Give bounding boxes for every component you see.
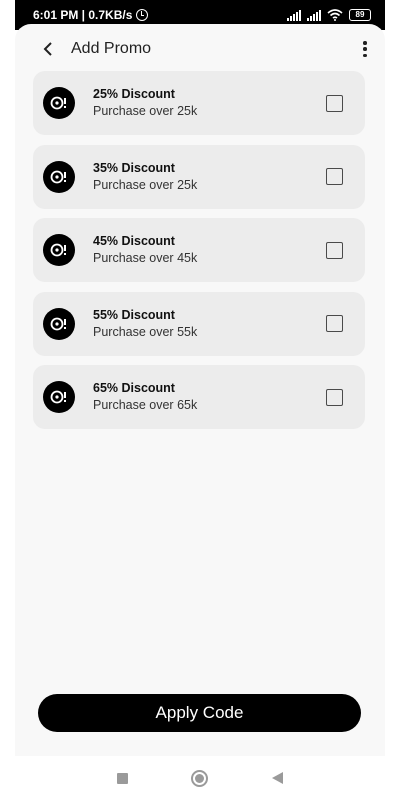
status-left: 6:01 PM | 0.7KB/s xyxy=(33,8,149,22)
promo-subtitle: Purchase over 55k xyxy=(93,324,198,339)
back-arrow-icon[interactable] xyxy=(39,40,57,58)
battery-icon: 89 xyxy=(349,9,371,21)
page-title: Add Promo xyxy=(71,40,152,57)
promo-coupon-icon xyxy=(43,234,75,266)
system-nav-bar xyxy=(15,756,385,800)
promo-text: 65% Discount Purchase over 65k xyxy=(93,380,326,414)
apply-code-button[interactable]: Apply Code xyxy=(38,694,361,732)
promo-checkbox[interactable] xyxy=(326,94,343,112)
promo-checkbox[interactable] xyxy=(326,388,343,406)
app-header: Add Promo xyxy=(15,24,385,74)
promo-subtitle: Purchase over 25k xyxy=(93,177,198,192)
status-right: 89 xyxy=(287,9,371,21)
promo-text: 35% Discount Purchase over 25k xyxy=(93,160,326,194)
promo-checkbox[interactable] xyxy=(326,241,343,259)
signal-icon xyxy=(307,9,321,21)
promo-checkbox[interactable] xyxy=(326,168,343,185)
promo-card-65[interactable]: 65% Discount Purchase over 65k xyxy=(33,365,365,429)
promo-title: 45% Discount xyxy=(93,234,175,248)
promo-title: 25% Discount xyxy=(93,87,175,101)
promo-list: 25% Discount Purchase over 25k 35% Disco… xyxy=(33,71,365,439)
home-circle-icon[interactable] xyxy=(191,769,209,787)
promo-subtitle: Purchase over 25k xyxy=(93,104,198,118)
promo-card-55[interactable]: 55% Discount Purchase over 55k xyxy=(33,291,365,356)
promo-card-25[interactable]: 25% Discount Purchase over 25k xyxy=(33,71,365,135)
promo-card-45[interactable]: 45% Discount Purchase over 45k xyxy=(33,218,365,282)
app-screen: Add Promo 25% Discount Purchase over 25k… xyxy=(15,24,385,756)
promo-coupon-icon xyxy=(43,87,75,119)
alarm-icon xyxy=(136,9,149,21)
back-triangle-icon[interactable] xyxy=(272,772,284,784)
status-time-speed: 6:01 PM | 0.7KB/s xyxy=(33,8,133,22)
promo-subtitle: Purchase over 45k xyxy=(93,251,198,265)
promo-coupon-icon xyxy=(43,307,75,340)
promo-text: 55% Discount Purchase over 55k xyxy=(93,307,326,341)
promo-text: 45% Discount Purchase over 45k xyxy=(93,233,326,267)
wifi-icon xyxy=(327,9,343,21)
promo-title: 55% Discount xyxy=(93,307,175,322)
promo-subtitle: Purchase over 65k xyxy=(93,398,198,412)
promo-title: 65% Discount xyxy=(93,381,175,395)
promo-coupon-icon xyxy=(43,160,75,193)
promo-checkbox[interactable] xyxy=(326,315,343,332)
promo-title: 35% Discount xyxy=(93,160,175,175)
promo-text: 25% Discount Purchase over 25k xyxy=(93,86,326,120)
recents-square-icon[interactable] xyxy=(116,772,128,784)
promo-card-35[interactable]: 35% Discount Purchase over 25k xyxy=(33,144,365,209)
signal-icon xyxy=(287,9,301,21)
more-vert-icon[interactable] xyxy=(359,39,371,59)
promo-coupon-icon xyxy=(43,381,75,413)
